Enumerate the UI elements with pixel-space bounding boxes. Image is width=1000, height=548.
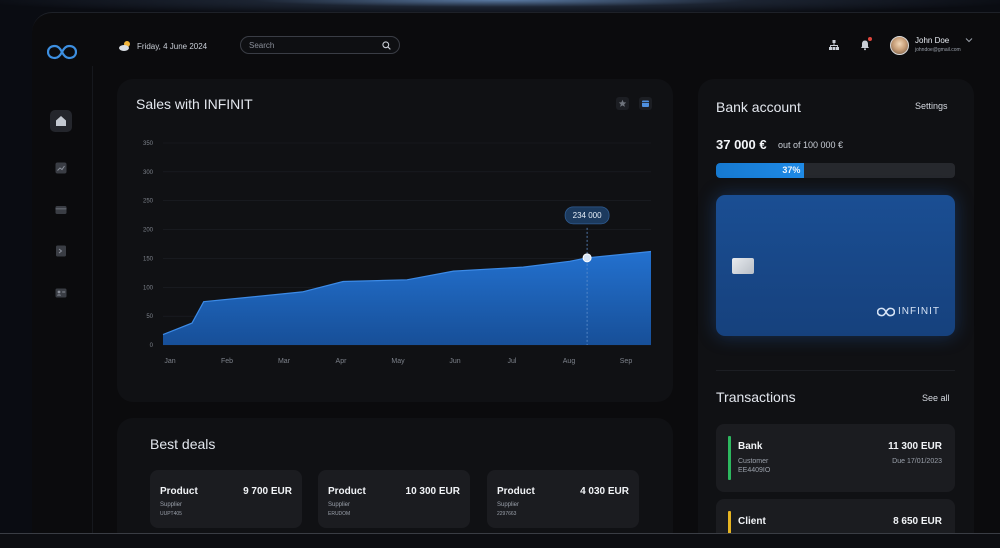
balance-limit: out of 100 000 €: [778, 140, 844, 150]
deal-name: Product: [497, 486, 535, 497]
x-tick-label: Jul: [508, 358, 517, 365]
deal-price: 4 030 EUR: [580, 486, 629, 497]
card-brand: INFINIT: [877, 306, 940, 317]
deal-card[interactable]: Product 4 030 EUR Supplier 2297663: [487, 470, 639, 528]
y-tick-label: 350: [143, 141, 154, 147]
deal-name: Product: [328, 486, 366, 497]
y-tick-label: 250: [143, 199, 154, 205]
settings-link[interactable]: Settings: [915, 101, 948, 111]
bottom-edge: [0, 533, 1000, 548]
y-tick-label: 0: [150, 343, 154, 349]
bank-title: Bank account: [716, 99, 801, 115]
deal-card[interactable]: Product 10 300 EUR Supplier ERUDOM: [318, 470, 470, 528]
deal-code: 2297663: [497, 511, 517, 517]
deal-role: Supplier: [328, 502, 351, 508]
x-tick-label: Sep: [620, 358, 633, 365]
transaction-due: Due 17/01/2023: [892, 458, 942, 465]
x-tick-label: Apr: [336, 358, 348, 365]
progress-label: 37%: [782, 165, 801, 175]
tooltip-value: 234 000: [573, 211, 602, 220]
deal-code: ERUDOM: [328, 511, 351, 517]
x-tick-label: Mar: [278, 358, 291, 365]
y-tick-label: 300: [143, 170, 154, 176]
balance-amount: 37 000 €: [716, 137, 767, 152]
infinit-card-logo: [877, 307, 895, 316]
card-chip: [732, 258, 754, 274]
deal-price: 9 700 EUR: [243, 486, 292, 497]
transaction-status-bar: [728, 436, 731, 480]
transactions-title: Transactions: [716, 389, 796, 405]
deals-title: Best deals: [150, 436, 216, 452]
x-tick-label: Feb: [221, 358, 233, 365]
transaction-name: Bank: [738, 441, 763, 452]
highlight-point[interactable]: [582, 253, 592, 263]
section-divider: [716, 370, 955, 371]
x-tick-label: Aug: [563, 358, 576, 365]
transaction-amount: 8 650 EUR: [893, 516, 942, 527]
transaction-card[interactable]: Bank 11 300 EUR Customer EE4409IO Due 17…: [716, 424, 955, 492]
y-tick-label: 100: [143, 285, 154, 291]
see-all-link[interactable]: See all: [922, 393, 950, 403]
deal-role: Supplier: [497, 502, 520, 508]
x-tick-label: May: [391, 358, 405, 365]
x-tick-label: Jan: [164, 358, 175, 365]
deal-card[interactable]: Product 9 700 EUR Supplier UUPT405: [150, 470, 302, 528]
deal-code: UUPT405: [160, 511, 182, 517]
deal-role: Supplier: [160, 502, 183, 508]
transaction-id: EE4409IO: [738, 467, 771, 474]
card-brand-text: INFINIT: [898, 306, 940, 317]
transaction-name: Client: [738, 516, 766, 527]
deal-price: 10 300 EUR: [405, 486, 460, 497]
x-tick-label: Jun: [449, 358, 460, 365]
y-tick-label: 50: [146, 314, 153, 320]
y-tick-label: 200: [143, 228, 154, 234]
deal-name: Product: [160, 486, 198, 497]
transaction-role: Customer: [738, 458, 769, 465]
transaction-amount: 11 300 EUR: [888, 441, 942, 452]
balance-progress: 37%: [716, 163, 955, 178]
y-tick-label: 150: [143, 256, 154, 262]
